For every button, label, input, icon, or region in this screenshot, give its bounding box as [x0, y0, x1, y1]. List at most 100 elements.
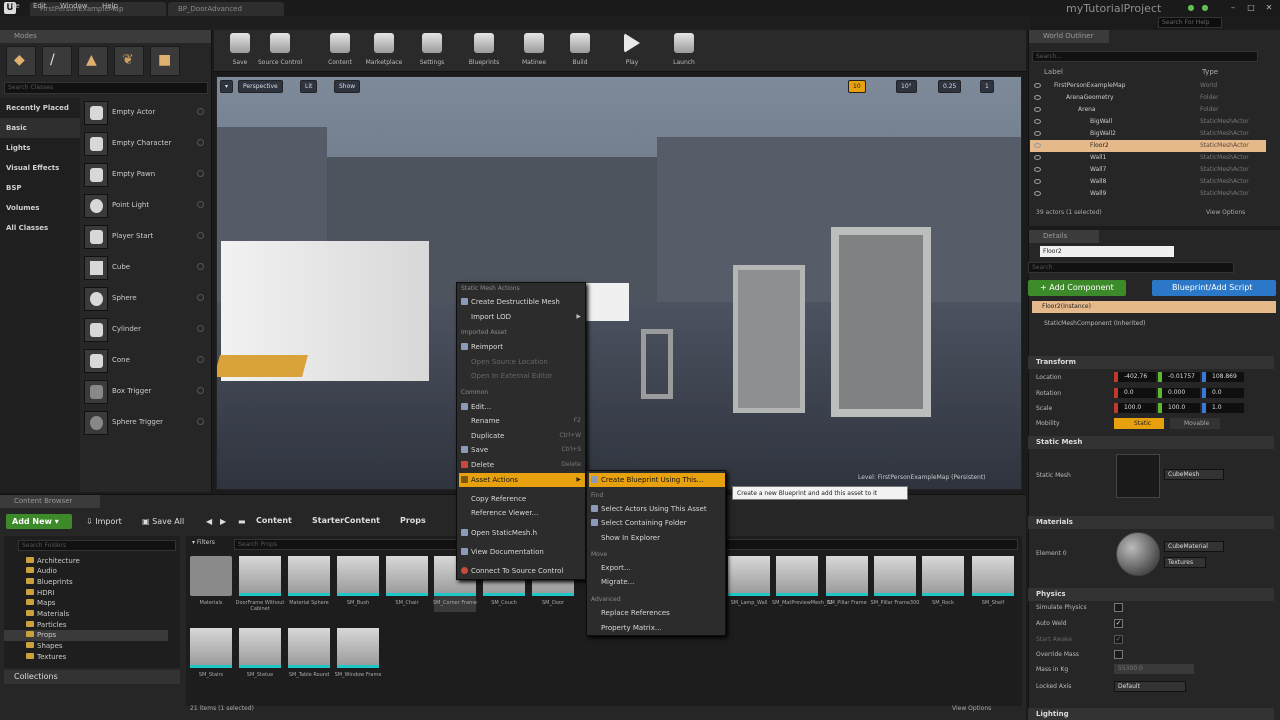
asset-tile[interactable]: SM_Pillar Frame300 [871, 556, 919, 612]
minimize-button[interactable]: – [1228, 3, 1238, 13]
static-mesh-thumbnail[interactable] [1116, 454, 1160, 498]
physics-section-header[interactable]: Physics [1028, 588, 1274, 601]
category-lights[interactable]: Lights [0, 138, 80, 158]
content-browser-tab[interactable]: Content Browser [0, 495, 100, 508]
modes-tab[interactable]: Modes [0, 30, 211, 43]
category-bsp[interactable]: BSP [0, 178, 80, 198]
lighting-section-header[interactable]: Lighting [1028, 708, 1274, 720]
visibility-eye-icon[interactable] [1034, 191, 1041, 196]
menu-item-migrate[interactable]: Migrate... [589, 575, 725, 589]
settings-button[interactable]: Settings [410, 33, 454, 71]
override-mass-checkbox[interactable] [1114, 650, 1123, 659]
tab-level-map[interactable]: FirstPersonExampleMap [30, 2, 166, 16]
actor-item[interactable]: Player Start [82, 222, 210, 252]
view-options-button[interactable]: View Options [952, 705, 991, 712]
outliner-row[interactable]: ArenaGeometry Folder [1030, 92, 1266, 104]
location-z-field[interactable]: 108.869 [1202, 372, 1244, 382]
material-combo[interactable]: CubeMaterial [1164, 541, 1224, 552]
menu-item-edit[interactable]: Edit... [459, 400, 585, 414]
forward-arrow-icon[interactable]: ▶ [220, 514, 226, 529]
scale-x-field[interactable]: 100.0 [1114, 403, 1156, 413]
info-icon[interactable] [197, 139, 204, 146]
visibility-eye-icon[interactable] [1034, 143, 1041, 148]
visibility-eye-icon[interactable] [1034, 95, 1041, 100]
menu-item-reference-viewer[interactable]: Reference Viewer... [459, 506, 585, 520]
menu-item-copy-reference[interactable]: Copy Reference [459, 492, 585, 506]
start-awake-checkbox[interactable]: ✓ [1114, 635, 1123, 644]
material-thumbnail[interactable] [1116, 532, 1160, 576]
category-basic[interactable]: Basic [0, 118, 80, 138]
info-icon[interactable] [197, 294, 204, 301]
add-component-button[interactable]: + Add Component [1028, 280, 1126, 296]
rotation-x-field[interactable]: 0.0 [1114, 388, 1156, 398]
place-mode-icon[interactable]: ◆ [6, 46, 36, 76]
menu-item-create-blueprint[interactable]: Create Blueprint Using This... [589, 473, 725, 487]
actor-name-field[interactable]: Floor2 [1040, 246, 1174, 257]
camera-speed-value[interactable]: 1 [980, 80, 994, 93]
visibility-eye-icon[interactable] [1034, 155, 1041, 160]
info-icon[interactable] [197, 325, 204, 332]
build-button[interactable]: Build [558, 33, 602, 71]
maximize-button[interactable]: □ [1246, 3, 1256, 13]
actor-item[interactable]: Empty Actor [82, 98, 210, 128]
visibility-eye-icon[interactable] [1034, 179, 1041, 184]
asset-tile[interactable]: SM_MatPreviewMesh_02 [772, 556, 833, 612]
info-icon[interactable] [197, 232, 204, 239]
locked-axis-combo[interactable]: Default [1114, 681, 1186, 692]
outliner-search-input[interactable]: Search... [1032, 51, 1258, 62]
menu-item-import-lod[interactable]: Import LOD ▶ [459, 310, 585, 324]
collections-header[interactable]: Collections [4, 670, 180, 684]
blueprint-add-script-button[interactable]: Blueprint/Add Script [1152, 280, 1276, 296]
actor-item[interactable]: Point Light [82, 191, 210, 221]
actor-item[interactable]: Cylinder [82, 315, 210, 345]
transform-section-header[interactable]: Transform [1028, 356, 1274, 369]
play-button[interactable]: Play [610, 33, 654, 71]
folder-item[interactable]: Maps [26, 599, 55, 607]
folder-item[interactable]: Particles [26, 621, 67, 629]
column-label-header[interactable]: Label [1044, 68, 1063, 76]
save-button[interactable]: Save [218, 33, 262, 71]
perspective-button[interactable]: Perspective [238, 80, 283, 93]
level-viewport[interactable] [216, 76, 1022, 490]
actor-item[interactable]: Cone [82, 346, 210, 376]
menu-item-rename[interactable]: Rename F2 [459, 414, 585, 428]
outliner-row-selected[interactable]: Floor2 StaticMeshActor [1030, 140, 1266, 152]
folder-item[interactable]: Textures [26, 653, 66, 661]
menu-item-open-source-location[interactable]: Open Source Location [459, 355, 585, 369]
outliner-row[interactable]: Arena Folder [1030, 104, 1266, 116]
foliage-mode-icon[interactable]: ❦ [114, 46, 144, 76]
source-control-button[interactable]: Source Control [258, 33, 302, 71]
launch-button[interactable]: Launch [662, 33, 706, 71]
location-y-field[interactable]: -0.01757 [1158, 372, 1200, 382]
asset-tile[interactable]: DoorFrame Without Cabinet [236, 556, 284, 612]
breadcrumb-content[interactable]: Content [256, 516, 292, 525]
outliner-row[interactable]: Wall9 StaticMeshActor [1030, 188, 1266, 200]
content-button[interactable]: Content [318, 33, 362, 71]
folder-item[interactable]: HDRI [26, 589, 55, 597]
visibility-eye-icon[interactable] [1034, 83, 1041, 88]
folder-item[interactable]: Shapes [26, 642, 63, 650]
visibility-eye-icon[interactable] [1034, 167, 1041, 172]
menu-item-duplicate[interactable]: Duplicate Ctrl+W [459, 429, 585, 443]
outliner-row[interactable]: BigWall2 StaticMeshActor [1030, 128, 1266, 140]
info-icon[interactable] [197, 108, 204, 115]
menu-item-open-staticmesh-h[interactable]: Open StaticMesh.h [459, 526, 585, 540]
scale-snap-value[interactable]: 0.25 [938, 80, 962, 93]
rotation-y-field[interactable]: 0.000 [1158, 388, 1200, 398]
visibility-eye-icon[interactable] [1034, 107, 1041, 112]
mass-in-kg-field[interactable]: 55300.0 [1114, 664, 1194, 674]
info-icon[interactable] [197, 418, 204, 425]
menu-item-connect-source-control[interactable]: Connect To Source Control [459, 564, 585, 578]
info-icon[interactable] [197, 356, 204, 363]
static-mesh-combo[interactable]: CubeMesh [1164, 469, 1224, 480]
asset-tile[interactable]: SM_Chair [386, 556, 428, 612]
breadcrumb-props[interactable]: Props [400, 516, 426, 525]
outliner-row[interactable]: BigWall StaticMeshActor [1030, 116, 1266, 128]
menu-item-open-in-external-editor[interactable]: Open In External Editor [459, 369, 585, 383]
actor-item[interactable]: Empty Pawn [82, 160, 210, 190]
menu-item-save[interactable]: Save Ctrl+S [459, 443, 585, 457]
menu-item-replace-references[interactable]: Replace References [589, 606, 725, 620]
location-x-field[interactable]: -402.76 [1114, 372, 1156, 382]
column-type-header[interactable]: Type [1202, 68, 1218, 76]
actor-item[interactable]: Box Trigger [82, 377, 210, 407]
